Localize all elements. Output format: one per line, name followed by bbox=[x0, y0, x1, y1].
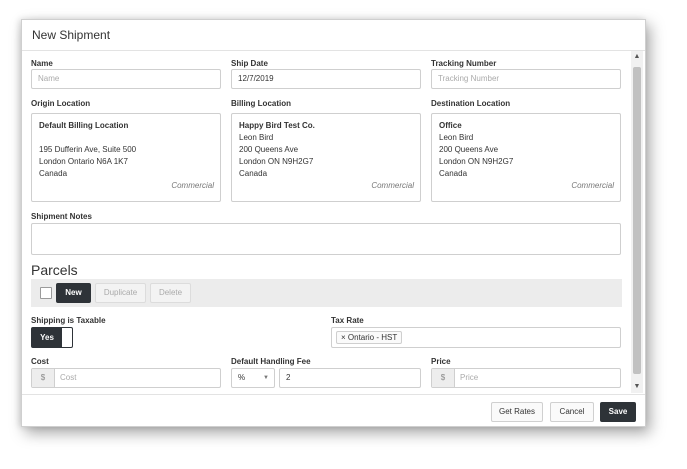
cost-input-group[interactable]: $ Cost bbox=[31, 368, 221, 388]
new-parcel-button[interactable]: New bbox=[56, 283, 91, 303]
origin-location-type: Commercial bbox=[171, 181, 214, 190]
destination-location-name: Office bbox=[439, 121, 462, 130]
ship-date-input[interactable]: 12/7/2019 bbox=[231, 69, 421, 89]
dialog-scrollbar[interactable]: ▲ ▼ bbox=[631, 51, 643, 393]
parcels-toolbar: New Duplicate Delete bbox=[31, 279, 622, 307]
handling-fee-unit-value: % bbox=[238, 373, 246, 382]
scroll-down-arrow-icon[interactable]: ▼ bbox=[631, 381, 643, 393]
chevron-down-icon: ▼ bbox=[263, 375, 269, 381]
get-rates-button[interactable]: Get Rates bbox=[491, 402, 543, 422]
shipment-notes-textarea[interactable] bbox=[31, 223, 621, 255]
billing-location-line: Canada bbox=[239, 169, 268, 178]
origin-location-line: 195 Dufferin Ave, Suite 500 bbox=[39, 145, 137, 154]
destination-location-label: Destination Location bbox=[431, 99, 511, 108]
price-dollar-addon: $ bbox=[432, 369, 455, 387]
destination-location-type: Commercial bbox=[571, 181, 614, 190]
name-label: Name bbox=[31, 59, 53, 68]
destination-location-line: London ON N9H2G7 bbox=[439, 157, 514, 166]
tracking-number-label: Tracking Number bbox=[431, 59, 497, 68]
ship-date-label: Ship Date bbox=[231, 59, 268, 68]
tax-rate-select[interactable]: × Ontario - HST bbox=[331, 327, 621, 348]
dialog-header: New Shipment bbox=[22, 20, 645, 51]
cost-label: Cost bbox=[31, 357, 49, 366]
destination-location-line: Canada bbox=[439, 169, 468, 178]
cost-dollar-addon: $ bbox=[32, 369, 55, 387]
scrollbar-thumb[interactable] bbox=[633, 67, 641, 374]
billing-location-label: Billing Location bbox=[231, 99, 291, 108]
origin-location-line: London Ontario N6A 1K7 bbox=[39, 157, 128, 166]
tax-rate-label: Tax Rate bbox=[331, 316, 364, 325]
parcels-heading: Parcels bbox=[31, 262, 78, 278]
tracking-number-input[interactable]: Tracking Number bbox=[431, 69, 621, 89]
billing-location-line: 200 Queens Ave bbox=[239, 145, 299, 154]
billing-location-line: London ON N9H2G7 bbox=[239, 157, 314, 166]
save-button[interactable]: Save bbox=[600, 402, 636, 422]
destination-location-card[interactable]: Office Leon Bird 200 Queens Ave London O… bbox=[431, 113, 621, 202]
origin-location-card[interactable]: Default Billing Location 195 Dufferin Av… bbox=[31, 113, 221, 202]
delete-parcel-button[interactable]: Delete bbox=[150, 283, 191, 303]
shipping-taxable-label: Shipping is Taxable bbox=[31, 316, 106, 325]
billing-location-type: Commercial bbox=[371, 181, 414, 190]
billing-location-name: Happy Bird Test Co. bbox=[239, 121, 315, 130]
name-input[interactable]: Name bbox=[31, 69, 221, 89]
dialog-title: New Shipment bbox=[32, 28, 111, 42]
origin-location-name: Default Billing Location bbox=[39, 121, 129, 130]
shipping-taxable-toggle[interactable]: Yes bbox=[31, 327, 73, 348]
handling-fee-label: Default Handling Fee bbox=[231, 357, 311, 366]
billing-location-line: Leon Bird bbox=[239, 133, 274, 142]
origin-location-line: Canada bbox=[39, 169, 68, 178]
toggle-on-label: Yes bbox=[32, 328, 62, 347]
select-all-checkbox[interactable] bbox=[40, 287, 52, 299]
new-shipment-dialog: New Shipment Name Name Ship Date 12/7/20… bbox=[21, 19, 646, 427]
price-label: Price bbox=[431, 357, 451, 366]
destination-location-line: 200 Queens Ave bbox=[439, 145, 499, 154]
shipment-notes-label: Shipment Notes bbox=[31, 212, 92, 221]
scroll-up-arrow-icon[interactable]: ▲ bbox=[631, 51, 643, 63]
price-input[interactable]: Price bbox=[460, 369, 478, 387]
cost-input[interactable]: Cost bbox=[60, 369, 76, 387]
dialog-body: Name Name Ship Date 12/7/2019 Tracking N… bbox=[22, 51, 631, 393]
dialog-footer: Get Rates Cancel Save bbox=[22, 394, 645, 426]
billing-location-card[interactable]: Happy Bird Test Co. Leon Bird 200 Queens… bbox=[231, 113, 421, 202]
destination-location-line: Leon Bird bbox=[439, 133, 474, 142]
origin-location-label: Origin Location bbox=[31, 99, 91, 108]
handling-fee-unit-select[interactable]: % ▼ bbox=[231, 368, 275, 388]
handling-fee-input[interactable]: 2 bbox=[279, 368, 421, 388]
origin-location-blank bbox=[39, 132, 213, 144]
cancel-button[interactable]: Cancel bbox=[550, 402, 594, 422]
tax-rate-tag[interactable]: × Ontario - HST bbox=[336, 331, 403, 344]
duplicate-parcel-button[interactable]: Duplicate bbox=[95, 283, 146, 303]
price-input-group[interactable]: $ Price bbox=[431, 368, 621, 388]
